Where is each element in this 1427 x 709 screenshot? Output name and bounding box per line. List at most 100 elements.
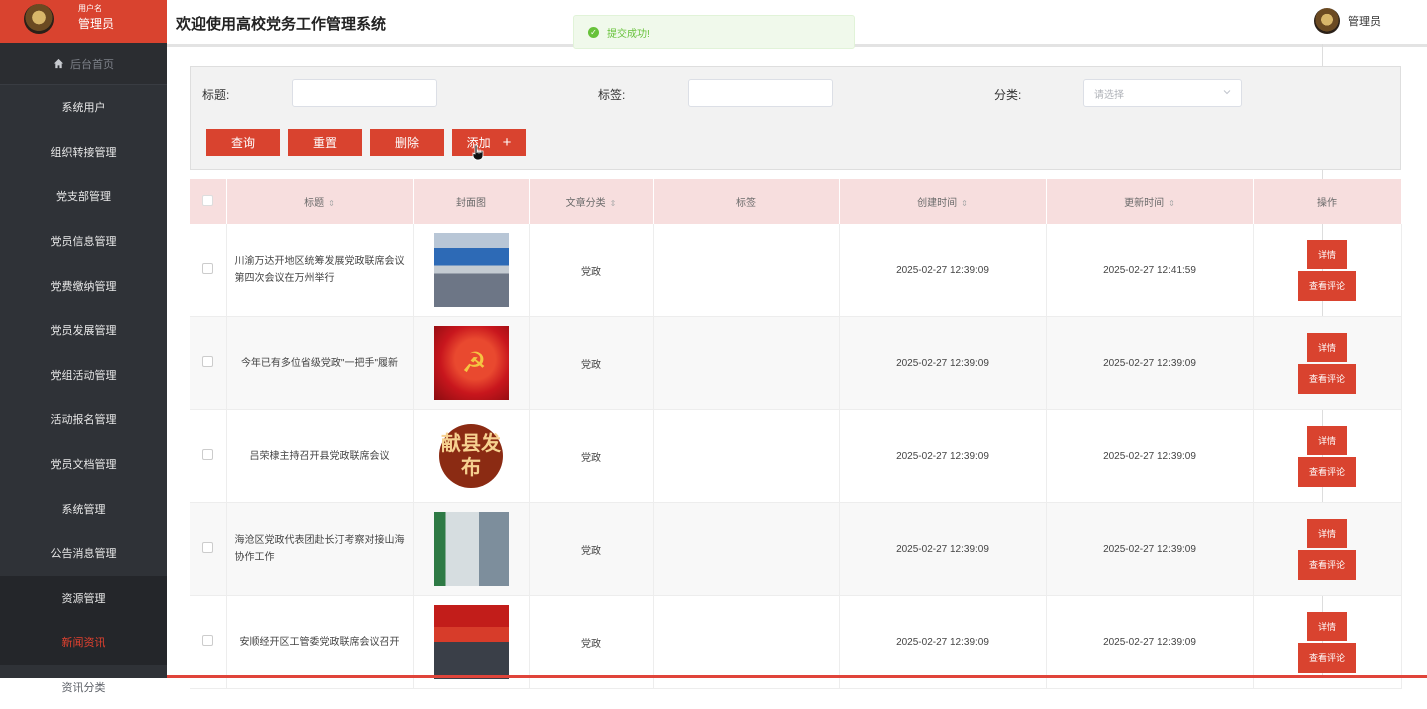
tag-filter-label: 标签:	[598, 88, 626, 102]
top-header: 欢迎使用高校党务工作管理系统 ✓ 提交成功! 管理员	[167, 0, 1427, 49]
sidebar-item[interactable]: 公告消息管理	[0, 531, 167, 576]
cover-image	[433, 605, 509, 679]
row-checkbox[interactable]	[202, 542, 214, 553]
row-select-cell[interactable]	[190, 224, 227, 317]
table-row[interactable]: 今年已有多位省级党政"一把手"履新 ☭ 党政 2025-02-27 12:39:09 2…	[190, 316, 1402, 410]
sidebar-item[interactable]: 党组活动管理	[0, 353, 167, 398]
ops-cell: 详情 查看评论	[1253, 224, 1402, 317]
title-filter-label: 标题:	[202, 88, 230, 102]
detail-button[interactable]: 详情	[1307, 425, 1347, 455]
column-header-title[interactable]: 标题 ⇕	[226, 179, 414, 224]
sidebar-item[interactable]: 活动报名管理	[0, 397, 167, 442]
table-row[interactable]: 川渝万达开地区统筹发展党政联席会议第四次会议在万州举行 党政 2025-02-27 …	[190, 224, 1402, 317]
detail-button[interactable]: 详情	[1307, 611, 1347, 641]
column-header-created[interactable]: 创建时间 ⇕	[839, 179, 1047, 224]
row-select-cell[interactable]	[190, 502, 227, 596]
news-table: 标题 ⇕ 封面图 文章分类 ⇕ 标签 创建时间 ⇕ 更新时间 ⇕ 操作 川渝万达开地区统…	[190, 179, 1402, 689]
query-button[interactable]: 查询	[206, 129, 280, 156]
column-header-updated[interactable]: 更新时间 ⇕	[1046, 179, 1254, 224]
reset-button[interactable]: 重置	[288, 129, 362, 156]
view-comments-button[interactable]: 查看评论	[1298, 642, 1356, 673]
article-title: 安顺经开区工管委党政联席会议召开	[239, 636, 400, 648]
row-select-cell[interactable]	[190, 409, 227, 503]
view-comments-button[interactable]: 查看评论	[1298, 456, 1356, 487]
header-user-role: 管理员	[1348, 16, 1381, 28]
row-checkbox[interactable]	[202, 449, 214, 460]
tag-cell	[653, 224, 840, 317]
avatar[interactable]	[24, 4, 54, 34]
sidebar-username: 用户名	[78, 4, 102, 13]
sidebar-item[interactable]: 系统用户	[0, 85, 167, 130]
created-cell: 2025-02-27 12:39:09	[839, 409, 1047, 503]
title-cell: 吕荣棣主持召开县党政联席会议	[226, 409, 414, 503]
category-filter-label: 分类:	[994, 88, 1022, 102]
sidebar-item[interactable]: 党员信息管理	[0, 219, 167, 264]
delete-button[interactable]: 删除	[370, 129, 444, 156]
toast-message: 提交成功!	[607, 28, 650, 40]
avatar[interactable]	[1314, 8, 1340, 34]
user-menu[interactable]: 管理员	[1314, 8, 1381, 34]
table-row[interactable]: 吕荣棣主持召开县党政联席会议 献县发布 党政 2025-02-27 12:39:09 2…	[190, 409, 1402, 503]
add-button[interactable]: 添加 +	[452, 129, 526, 156]
row-checkbox[interactable]	[202, 635, 214, 646]
sidebar-item[interactable]: 党员发展管理	[0, 308, 167, 353]
sidebar-item[interactable]: 新闻资讯	[0, 620, 167, 665]
cover-cell	[413, 224, 530, 317]
row-checkbox[interactable]	[202, 263, 214, 274]
detail-button[interactable]: 详情	[1307, 518, 1347, 548]
category-cell: 党政	[529, 224, 654, 317]
category-cell: 党政	[529, 409, 654, 503]
title-cell: 海沧区党政代表团赴长汀考察对接山海协作工作	[226, 502, 414, 596]
chevron-down-icon	[1223, 90, 1231, 95]
sidebar-item[interactable]: 组织转接管理	[0, 130, 167, 175]
sidebar-item-home[interactable]: 后台首页	[0, 43, 167, 85]
detail-button[interactable]: 详情	[1307, 332, 1347, 362]
row-checkbox[interactable]	[202, 356, 214, 367]
sidebar-item[interactable]: 资讯分类	[0, 665, 167, 709]
column-header-ops: 操作	[1253, 179, 1402, 224]
cover-header-label: 封面图	[456, 198, 486, 209]
view-comments-button[interactable]: 查看评论	[1298, 363, 1356, 394]
hammer-sickle-icon: ☭	[461, 347, 487, 378]
column-header-cover: 封面图	[413, 179, 530, 224]
select-all-checkbox[interactable]	[202, 194, 214, 206]
detail-button[interactable]: 详情	[1307, 239, 1347, 269]
row-select-cell[interactable]	[190, 316, 227, 410]
view-comments-button[interactable]: 查看评论	[1298, 549, 1356, 580]
sort-icon[interactable]: ⇕	[610, 199, 617, 208]
sidebar-item[interactable]: 党费缴纳管理	[0, 263, 167, 308]
sidebar-home-label: 后台首页	[70, 58, 114, 71]
ops-cell: 详情 查看评论	[1253, 316, 1402, 410]
updated-cell: 2025-02-27 12:39:09	[1046, 409, 1254, 503]
select-all-cell[interactable]	[190, 179, 227, 224]
ops-cell: 详情 查看评论	[1253, 409, 1402, 503]
title-header-label: 标题	[304, 198, 325, 209]
tag-cell	[653, 316, 840, 410]
category-cell: 党政	[529, 502, 654, 596]
sort-icon[interactable]: ⇕	[961, 199, 968, 208]
sort-icon[interactable]: ⇕	[328, 199, 335, 208]
category-select[interactable]: 请选择	[1083, 79, 1242, 107]
sidebar-item[interactable]: 资源管理	[0, 575, 167, 621]
cover-image: 献县发布	[439, 424, 503, 488]
ops-cell: 详情 查看评论	[1253, 502, 1402, 596]
article-title: 今年已有多位省级党政"一把手"履新	[240, 357, 399, 369]
title-search-input[interactable]	[292, 79, 437, 107]
sidebar-item[interactable]: 系统管理	[0, 486, 167, 531]
sidebar-item[interactable]: 党支部管理	[0, 174, 167, 219]
view-comments-button[interactable]: 查看评论	[1298, 270, 1356, 301]
ops-header-label: 操作	[1317, 198, 1337, 209]
sidebar-header: 用户名 管理员	[0, 0, 167, 43]
tag-header-label: 标签	[736, 198, 756, 209]
table-row[interactable]: 海沧区党政代表团赴长汀考察对接山海协作工作 党政 2025-02-27 12:39:…	[190, 502, 1402, 596]
table-header-row: 标题 ⇕ 封面图 文章分类 ⇕ 标签 创建时间 ⇕ 更新时间 ⇕ 操作	[190, 179, 1402, 224]
column-header-category[interactable]: 文章分类 ⇕	[529, 179, 654, 224]
sidebar-user-role: 管理员	[78, 17, 115, 31]
cover-cell: 献县发布	[413, 409, 530, 503]
search-panel: 标题: 标签: 分类: 请选择 查询 重置 删除 添加 +	[190, 66, 1401, 170]
sort-icon[interactable]: ⇕	[1168, 199, 1175, 208]
tag-search-input[interactable]	[688, 79, 833, 107]
sidebar-item[interactable]: 党员文档管理	[0, 442, 167, 487]
category-select-placeholder: 请选择	[1094, 89, 1124, 101]
cover-cell: ☭	[413, 316, 530, 410]
